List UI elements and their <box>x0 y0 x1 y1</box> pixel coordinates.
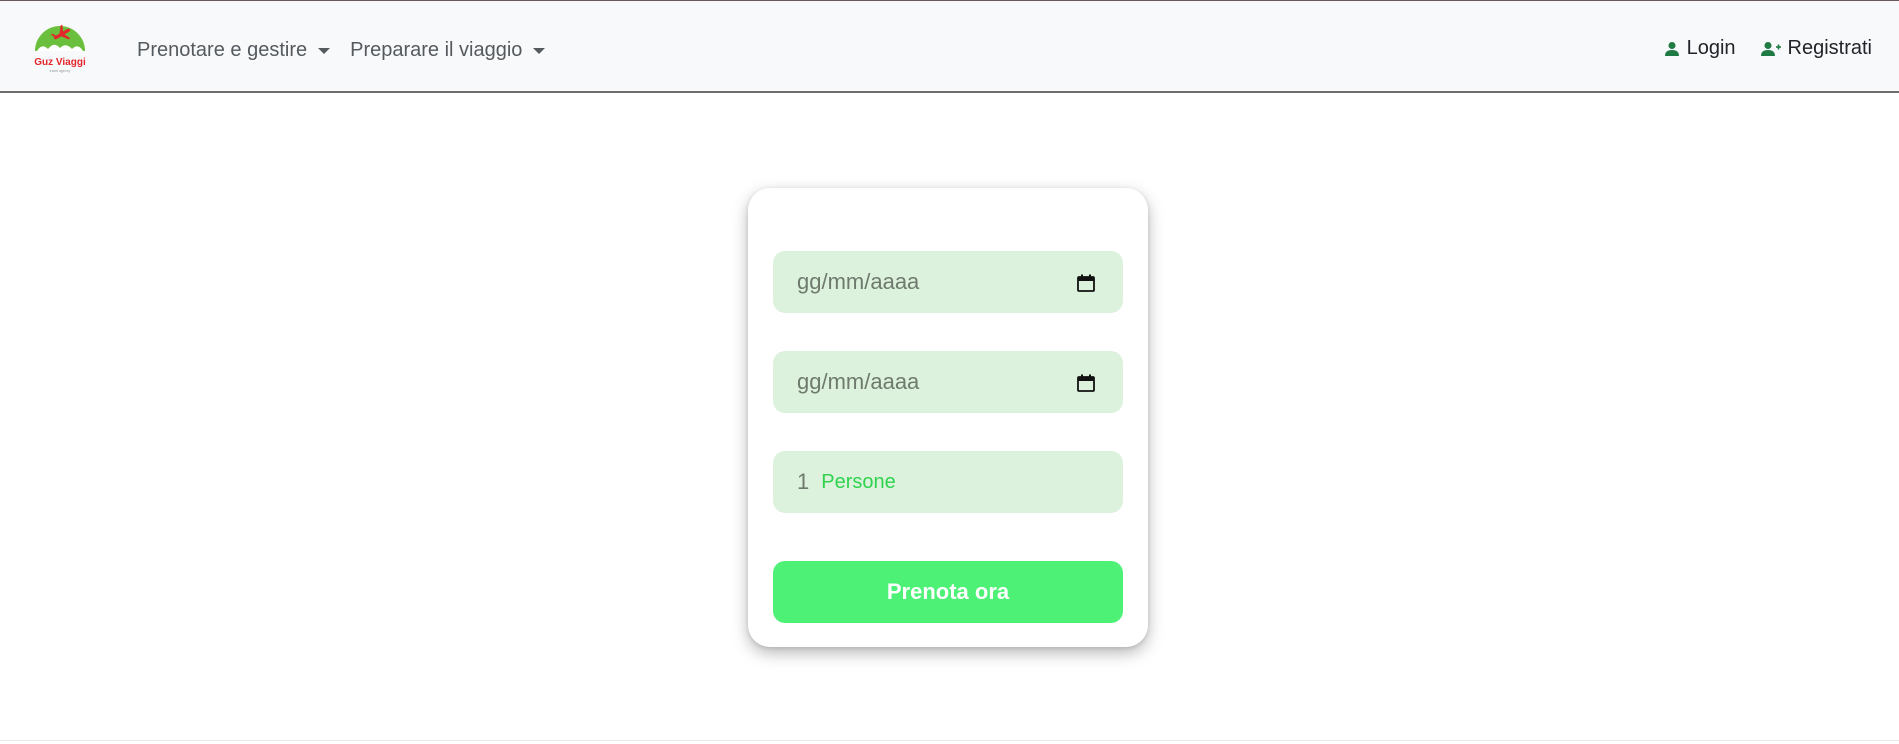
register-label: Registrati <box>1787 37 1872 59</box>
calendar-icon[interactable] <box>1077 274 1095 292</box>
page-bottom-divider <box>0 740 1899 741</box>
date-to-input[interactable]: gg/mm/aaaa <box>773 351 1123 413</box>
menu-label: Preparare il viaggio <box>350 39 523 61</box>
brand-logo[interactable]: Guz Viaggi travel agency <box>32 19 88 77</box>
menu-prenotare-gestire[interactable]: Prenotare e gestire <box>137 39 331 62</box>
logo-tagline: travel agency <box>50 69 71 73</box>
user-plus-icon <box>1760 41 1781 56</box>
caret-down-icon <box>318 47 331 54</box>
login-link[interactable]: Login <box>1664 37 1736 60</box>
logo-wordmark: Guz Viaggi <box>34 57 86 68</box>
user-icon <box>1664 41 1679 56</box>
caret-down-icon <box>533 47 546 54</box>
persons-count: 1 <box>797 469 810 494</box>
main-menu: Prenotare e gestire Preparare il viaggio <box>137 39 546 62</box>
top-navbar: Guz Viaggi travel agency Prenotare e ges… <box>0 0 1899 93</box>
register-link[interactable]: Registrati <box>1760 37 1872 60</box>
date-from-placeholder: gg/mm/aaaa <box>797 269 920 294</box>
persons-field[interactable]: 1 Persone <box>773 451 1123 513</box>
date-to-placeholder: gg/mm/aaaa <box>797 369 920 394</box>
account-links: Login Registrati <box>1664 37 1872 60</box>
guz-viaggi-logo-icon: Guz Viaggi travel agency <box>34 24 86 73</box>
menu-preparare-viaggio[interactable]: Preparare il viaggio <box>350 39 546 62</box>
login-label: Login <box>1686 37 1736 59</box>
menu-label: Prenotare e gestire <box>137 39 308 61</box>
persons-label: Persone <box>821 470 896 493</box>
date-from-input[interactable]: gg/mm/aaaa <box>773 251 1123 313</box>
book-now-button[interactable]: Prenota ora <box>773 561 1123 623</box>
calendar-icon[interactable] <box>1077 374 1095 392</box>
booking-card: gg/mm/aaaa gg/mm/aaaa 1 Persone Prenota … <box>748 188 1148 647</box>
